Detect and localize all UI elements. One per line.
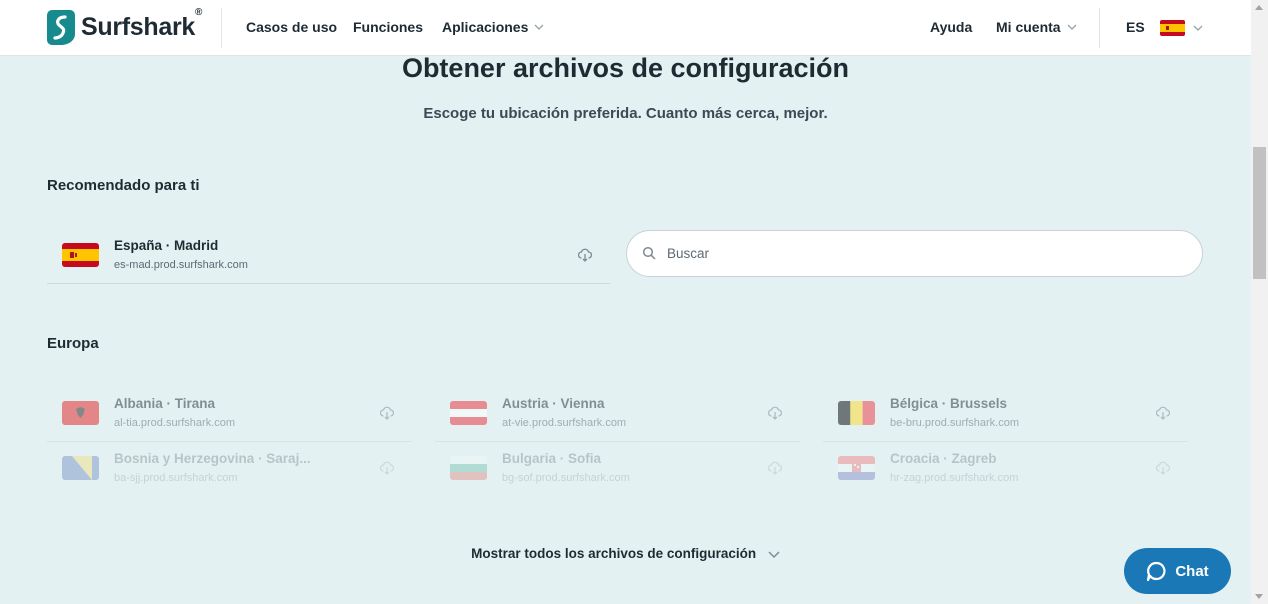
chevron-down-icon	[534, 24, 544, 30]
spain-flag-icon[interactable]	[1160, 20, 1185, 36]
show-all-configs-toggle[interactable]: Mostrar todos los archivos de configurac…	[0, 546, 1251, 561]
location-name: Croacia · Zagreb	[890, 451, 997, 466]
location-hostname: es-mad.prod.surfshark.com	[114, 259, 248, 271]
nav-ayuda[interactable]: Ayuda	[930, 19, 972, 35]
location-hostname: hr-zag.prod.surfshark.com	[890, 472, 1019, 484]
location-item-albania[interactable]: Albania · Tirana al-tia.prod.surfshark.c…	[47, 387, 412, 442]
chevron-down-icon[interactable]	[1193, 23, 1203, 33]
cloud-download-icon[interactable]	[380, 461, 394, 475]
page-subtitle: Escoge tu ubicación preferida. Cuanto má…	[423, 105, 828, 122]
croatia-flag-icon	[838, 456, 875, 480]
top-navigation-bar: Surfshark® Casos de uso Funciones Aplica…	[0, 0, 1251, 56]
location-name: Austria · Vienna	[502, 396, 605, 411]
location-name: Albania · Tirana	[114, 396, 216, 411]
europe-heading: Europa	[47, 335, 99, 352]
location-item-belgium[interactable]: Bélgica · Brussels be-bru.prod.surfshark…	[823, 387, 1188, 442]
location-name: Bulgaria · Sofia	[502, 451, 602, 466]
chat-label: Chat	[1175, 562, 1209, 580]
bosnia-flag-icon	[62, 456, 99, 480]
header-divider	[221, 8, 222, 48]
location-name: Bélgica · Brussels	[890, 396, 1008, 411]
cloud-download-icon[interactable]	[1156, 461, 1170, 475]
location-hostname: bg-sof.prod.surfshark.com	[502, 472, 630, 484]
cloud-download-icon[interactable]	[768, 461, 782, 475]
nav-mi-cuenta[interactable]: Mi cuenta	[996, 19, 1077, 35]
chat-bubble-icon	[1147, 561, 1166, 581]
cloud-download-icon[interactable]	[768, 406, 782, 420]
location-item-bosnia[interactable]: Bosnia y Herzegovina · Saraj... ba-sjj.p…	[47, 442, 412, 497]
nav-casos-de-uso[interactable]: Casos de uso	[246, 19, 337, 35]
chevron-down-icon	[1067, 24, 1077, 30]
albania-flag-icon	[62, 401, 99, 425]
scroll-down-arrow-icon[interactable]	[1255, 594, 1263, 599]
austria-flag-icon	[450, 401, 487, 425]
belgium-flag-icon	[838, 401, 875, 425]
recommended-location-row[interactable]: España · Madrid es-mad.prod.surfshark.co…	[47, 229, 610, 284]
spain-flag-icon	[62, 243, 99, 267]
chat-button[interactable]: Chat	[1124, 548, 1231, 594]
chevron-down-icon	[768, 551, 780, 559]
cloud-download-icon[interactable]	[578, 248, 592, 262]
scroll-up-arrow-icon[interactable]	[1255, 5, 1263, 10]
bulgaria-flag-icon	[450, 456, 487, 480]
page-scrollbar[interactable]	[1251, 0, 1268, 604]
location-hostname: at-vie.prod.surfshark.com	[502, 417, 627, 429]
location-hostname: be-bru.prod.surfshark.com	[890, 417, 1019, 429]
page-title: Obtener archivos de configuración	[401, 53, 850, 83]
location-item-bulgaria[interactable]: Bulgaria · Sofia bg-sof.prod.surfshark.c…	[435, 442, 800, 497]
show-all-label[interactable]: Mostrar todos los archivos de configurac…	[471, 546, 756, 561]
header-divider	[1099, 8, 1100, 48]
location-item-austria[interactable]: Austria · Vienna at-vie.prod.surfshark.c…	[435, 387, 800, 442]
recommended-heading: Recomendado para ti	[47, 177, 200, 194]
search-icon	[642, 246, 656, 260]
location-hostname: al-tia.prod.surfshark.com	[114, 417, 236, 429]
location-item-croatia[interactable]: Croacia · Zagreb hr-zag.prod.surfshark.c…	[823, 442, 1188, 497]
scrollbar-thumb[interactable]	[1253, 147, 1266, 279]
search-input[interactable]	[626, 230, 1203, 277]
surfshark-logo[interactable]: Surfshark®	[47, 7, 203, 45]
cloud-download-icon[interactable]	[1156, 406, 1170, 420]
brand-name: Surfshark®	[81, 7, 203, 41]
nav-aplicaciones[interactable]: Aplicaciones	[442, 19, 544, 35]
location-name: Bosnia y Herzegovina · Saraj...	[114, 451, 311, 466]
nav-funciones[interactable]: Funciones	[353, 19, 423, 35]
language-selector[interactable]: ES	[1126, 19, 1145, 35]
location-name: España · Madrid	[114, 238, 219, 253]
cloud-download-icon[interactable]	[380, 406, 394, 420]
surfshark-logo-icon	[47, 10, 75, 45]
location-hostname: ba-sjj.prod.surfshark.com	[114, 472, 238, 484]
